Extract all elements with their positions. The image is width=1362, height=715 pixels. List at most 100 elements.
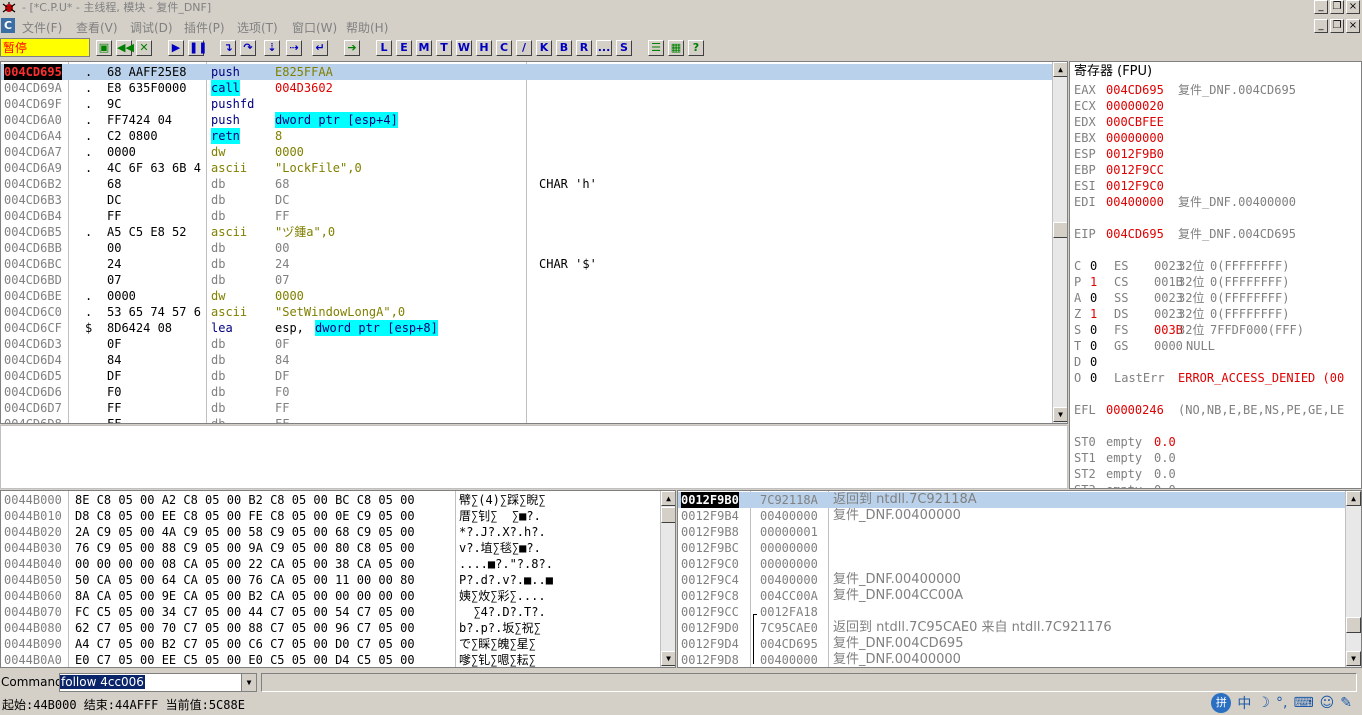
register-line[interactable]: C 0 ES 0023 32位 0(FFFFFFFF) [1074, 258, 1361, 274]
menu-options[interactable]: 选项(T) [237, 19, 278, 36]
run-icon[interactable]: ▶ [168, 40, 184, 56]
list-icon[interactable]: ☰ [648, 40, 664, 56]
disasm-row[interactable]: 004CD6BE. 0000 dw 0000 [1, 288, 1052, 304]
register-line[interactable]: A 0 SS 0023 32位 0(FFFFFFFF) [1074, 290, 1361, 306]
stack-scrollbar[interactable]: ▲ ▼ [1345, 491, 1361, 667]
disasm-row[interactable]: 004CD695. 68 AAFF25E8 push E825FFAA [1, 64, 1052, 80]
trace-into-icon[interactable]: ⇣ [264, 40, 280, 56]
ime-moon-icon[interactable]: ☽ [1257, 695, 1270, 711]
scroll-up-icon[interactable]: ▲ [1053, 62, 1067, 77]
register-line[interactable]: EDX 000CBFEE [1074, 114, 1361, 130]
dump-scroll-thumb[interactable] [661, 507, 675, 523]
stack-row[interactable]: 0012F9D0 7C95CAE0 返回到 ntdll.7C95CAE0 来自 nt… [678, 620, 1345, 636]
ime-settings-icon[interactable]: ✎ [1340, 695, 1352, 711]
toolbar-windows-button[interactable]: W [456, 40, 472, 56]
register-line[interactable]: P 1 CS 001B 32位 0(FFFFFFFF) [1074, 274, 1361, 290]
goto-icon[interactable]: ➔ [344, 40, 360, 56]
toolbar-callstack-button[interactable]: K [536, 40, 552, 56]
step-into-icon[interactable]: ↴ [220, 40, 236, 56]
disasm-row[interactable]: 004CD6D3 0F db 0F [1, 336, 1052, 352]
dump-row[interactable]: 0044B030 76 C9 05 00 88 C9 05 00 9A C9 05… [1, 540, 660, 556]
restore-icon[interactable]: ❐ [1330, 0, 1344, 14]
register-line[interactable]: EBX 00000000 [1074, 130, 1361, 146]
dump-row[interactable]: 0044B070 FC C5 05 00 34 C7 05 00 44 C7 05… [1, 604, 660, 620]
register-line[interactable]: D0 [1074, 354, 1361, 370]
register-line[interactable]: ST2 empty 0.0 [1074, 466, 1361, 482]
disasm-row[interactable]: 004CD6C0. 53 65 74 57 6 ascii "SetWindowLon… [1, 304, 1052, 320]
stack-scroll-thumb[interactable] [1346, 617, 1361, 633]
register-line[interactable]: ST0 empty 0.0 [1074, 434, 1361, 450]
toolbar-modules-button[interactable]: E [396, 40, 412, 56]
stack-scroll-up-icon[interactable]: ▲ [1346, 491, 1361, 506]
menu-debug[interactable]: 调试(D) [130, 19, 173, 36]
dump-scroll-up-icon[interactable]: ▲ [661, 491, 675, 506]
register-line[interactable]: ESP 0012F9B0 [1074, 146, 1361, 162]
disasm-row[interactable]: 004CD6A0. FF7424 04 push dword ptr [esp+4] [1, 112, 1052, 128]
disasm-row[interactable]: 004CD6D8 FF db FF [1, 416, 1052, 423]
stack-row[interactable]: 0012F9C8 004CC00A 复件_DNF.004CC00A [678, 588, 1345, 604]
disasm-row[interactable]: 004CD6B5. A5 C5 E8 52 ascii "ヅ鍾a",0 [1, 224, 1052, 240]
stack-scroll-down-icon[interactable]: ▼ [1346, 651, 1361, 666]
toolbar-runtrace-button[interactable]: ... [596, 40, 612, 56]
register-line[interactable] [1074, 210, 1361, 226]
ime-logo-icon[interactable]: 拼 [1211, 693, 1232, 713]
close-icon[interactable]: × [1346, 0, 1360, 14]
ime-user-icon[interactable]: ☺ [1320, 695, 1335, 711]
disasm-row[interactable]: 004CD69A. E8 635F0000 call 004D3602 [1, 80, 1052, 96]
toolbar-threads-button[interactable]: T [436, 40, 452, 56]
dump-row[interactable]: 0044B060 8A CA 05 00 9E CA 05 00 B2 CA 05… [1, 588, 660, 604]
disasm-row[interactable]: 004CD6D5 DF db DF [1, 368, 1052, 384]
disasm-row[interactable]: 004CD6D6 F0 db F0 [1, 384, 1052, 400]
stack-panel[interactable]: 0012F9B0 7C92118A 返回到 ntdll.7C92118A 0012F9… [677, 490, 1362, 668]
child-restore-icon[interactable]: ❐ [1330, 19, 1344, 33]
toolbar-patches-button[interactable]: / [516, 40, 532, 56]
register-line[interactable] [1074, 386, 1361, 402]
stack-row[interactable]: 0012F9B0 7C92118A 返回到 ntdll.7C92118A [678, 492, 1345, 508]
help-icon[interactable]: ? [688, 40, 704, 56]
register-line[interactable]: ST3 empty 0.0 [1074, 482, 1361, 488]
pause-icon[interactable]: ❚❚ [188, 40, 207, 56]
disasm-row[interactable]: 004CD69F. 9C pushfd [1, 96, 1052, 112]
disasm-row[interactable]: 004CD6B3 DC db DC [1, 192, 1052, 208]
child-minimize-icon[interactable]: _ [1314, 19, 1328, 33]
registers-panel[interactable]: 寄存器 (FPU) EAX 004CD695 复件_DNF.004CD695 ECX 0… [1069, 61, 1362, 489]
register-line[interactable]: S 0 FS 003B 32位 7FFDF000(FFF) [1074, 322, 1361, 338]
menu-window[interactable]: 窗口(W) [292, 19, 337, 36]
stack-row[interactable]: 0012F9BC 00000000 [678, 540, 1345, 556]
execute-till-return-icon[interactable]: ↵ [312, 40, 328, 56]
stack-row[interactable]: 0012F9B8 00000001 [678, 524, 1345, 540]
step-over-icon[interactable]: ↷ [240, 40, 256, 56]
dump-scroll-down-icon[interactable]: ▼ [661, 651, 675, 666]
scroll-down-icon[interactable]: ▼ [1053, 407, 1067, 422]
disasm-row[interactable]: 004CD6CF $8D6424 08 lea esp, dword ptr [esp… [1, 320, 1052, 336]
disasm-row[interactable]: 004CD6A7. 0000 dw 0000 [1, 144, 1052, 160]
disasm-row[interactable]: 004CD6A4. C2 0800 retn 8 [1, 128, 1052, 144]
dump-panel[interactable]: 0044B000 8E C8 05 00 A2 C8 05 00 B2 C8 05… [0, 490, 676, 668]
ime-chinese-icon[interactable]: 中 [1237, 693, 1251, 713]
register-line[interactable]: EFL 00000246 (NO,NB,E,BE,NS,PE,GE,LE [1074, 402, 1361, 418]
register-line[interactable]: T 0 GS 0000 NULL [1074, 338, 1361, 354]
toolbar-breakpoints-button[interactable]: B [556, 40, 572, 56]
register-line[interactable]: ESI 0012F9C0 [1074, 178, 1361, 194]
register-line[interactable]: ST1 empty 0.0 [1074, 450, 1361, 466]
register-line[interactable]: O 0 LastErr ERROR_ACCESS_DENIED (00 [1074, 370, 1361, 386]
dump-row[interactable]: 0044B050 50 CA 05 00 64 CA 05 00 76 CA 05… [1, 572, 660, 588]
disasm-row[interactable]: 004CD6D4 84 db 84 [1, 352, 1052, 368]
stack-row[interactable]: 0012F9C4 00400000 复件_DNF.00400000 [678, 572, 1345, 588]
disasm-row[interactable]: 004CD6B2 68 db 68 CHAR 'h' [1, 176, 1052, 192]
disasm-row[interactable]: 004CD6D7 FF db FF [1, 400, 1052, 416]
register-line[interactable]: EDI 00400000 复件_DNF.00400000 [1074, 194, 1361, 210]
stack-row[interactable]: 0012F9C0 00000000 [678, 556, 1345, 572]
trace-over-icon[interactable]: ⇢ [286, 40, 302, 56]
register-line[interactable]: ECX 00000020 [1074, 98, 1361, 114]
stack-row[interactable]: 0012F9CC 0012FA18 [678, 604, 1345, 620]
register-line[interactable] [1074, 418, 1361, 434]
register-line[interactable] [1074, 242, 1361, 258]
menu-file[interactable]: 文件(F) [22, 19, 62, 36]
dump-row[interactable]: 0044B010 D8 C8 05 00 EE C8 05 00 FE C8 05… [1, 508, 660, 524]
ime-keyboard-icon[interactable]: ⌨ [1293, 695, 1313, 711]
disasm-row[interactable]: 004CD6BD 07 db 07 [1, 272, 1052, 288]
disasm-row[interactable]: 004CD6BB 00 db 00 [1, 240, 1052, 256]
menu-plugins[interactable]: 插件(P) [184, 19, 225, 36]
stack-row[interactable]: 0012F9D8 00400000 复件_DNF.00400000 [678, 652, 1345, 667]
